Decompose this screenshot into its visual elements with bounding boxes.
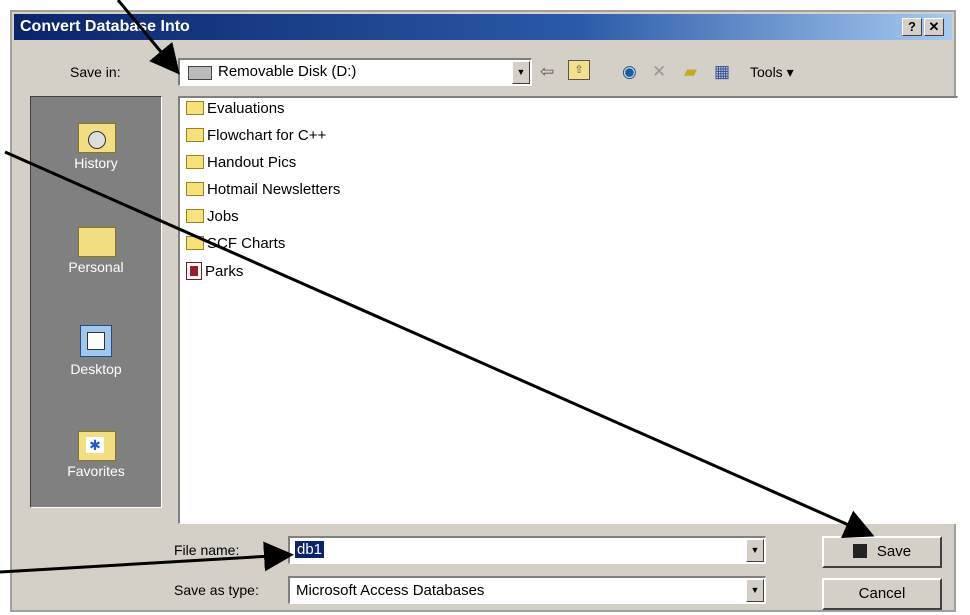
arrow-to-save-in bbox=[116, 0, 180, 75]
arrow-to-save-button bbox=[4, 150, 875, 539]
arrow-to-file-name bbox=[0, 541, 294, 574]
annotation-arrows bbox=[0, 0, 875, 574]
